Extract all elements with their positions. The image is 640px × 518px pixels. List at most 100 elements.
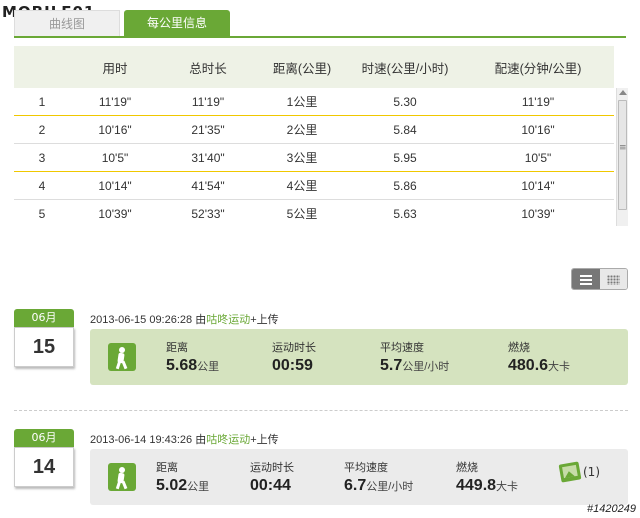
split-time: 10'14" — [98, 178, 132, 193]
stat-speed: 平均速度 5.7公里/小时 — [380, 339, 508, 375]
entry-timestamp: 2013-06-14 19:43:26 由 — [90, 434, 207, 446]
stat-label: 运动时长 — [250, 462, 294, 474]
upload-suffix: +上传 — [250, 314, 279, 326]
tab-bar: 曲线图 每公里信息 — [14, 10, 230, 36]
speed: 5.30 — [393, 94, 417, 109]
entry-timestamp: 2013-06-15 09:26:28 由 — [90, 314, 207, 326]
total-time: 21'35" — [191, 122, 225, 137]
total-time: 41'54" — [191, 178, 225, 193]
source-link[interactable]: 咕咚运动 — [206, 434, 250, 446]
table-row: 2 10'16" 21'35" 2公里 5.84 10'16" — [14, 116, 614, 144]
header-speed: 时速(公里/小时) — [361, 61, 449, 76]
distance: 5公里 — [286, 207, 318, 221]
speed: 5.63 — [393, 206, 417, 221]
tab-chart[interactable]: 曲线图 — [14, 10, 120, 36]
row-index: 5 — [38, 206, 46, 221]
scroll-up-icon[interactable] — [619, 90, 627, 95]
total-time: 52'33" — [191, 206, 225, 221]
source-link[interactable]: 咕咚运动 — [206, 314, 250, 326]
split-time: 10'5" — [101, 150, 129, 165]
watermark-id: #1420249 — [587, 503, 636, 515]
per-km-table: 用时 总时长 距离(公里) 时速(公里/小时) 配速(分钟/公里) 1 11'1… — [14, 46, 628, 226]
date-badge: 06月 15 — [14, 309, 74, 367]
stat-unit: 公里 — [187, 481, 210, 493]
pace: 11'19" — [521, 94, 555, 109]
stat-value: 5.68 — [166, 357, 198, 374]
grid-view-button[interactable] — [599, 269, 627, 289]
table-row: 3 10'5" 31'40" 3公里 5.95 10'5" — [14, 144, 614, 172]
header-split-time: 用时 — [102, 61, 128, 76]
row-index: 1 — [38, 94, 46, 109]
stat-calories: 燃烧 480.6大卡 — [508, 339, 608, 375]
stat-label: 距离 — [156, 462, 178, 474]
pace: 10'16" — [521, 122, 555, 137]
stat-unit: 大卡 — [548, 361, 571, 373]
tab-underline — [14, 36, 626, 38]
distance: 4公里 — [286, 179, 318, 193]
table-row: 1 11'19" 11'19" 1公里 5.30 11'19" — [14, 88, 614, 116]
table-row: 4 10'14" 41'54" 4公里 5.86 10'14" — [14, 172, 614, 200]
stat-unit: 公里 — [197, 361, 220, 373]
stat-distance: 距离 5.68公里 — [166, 339, 272, 375]
stat-value: 5.7 — [380, 357, 403, 374]
stat-unit: 大卡 — [496, 481, 519, 493]
header-pace: 配速(分钟/公里) — [494, 61, 582, 76]
tab-per-km[interactable]: 每公里信息 — [124, 10, 230, 36]
scrollbar-thumb[interactable] — [618, 100, 627, 210]
walking-icon — [108, 343, 136, 371]
stat-value: 6.7 — [344, 477, 367, 494]
table-scrollbar[interactable] — [616, 88, 628, 226]
split-time: 11'19" — [98, 94, 132, 109]
row-index: 2 — [38, 122, 46, 137]
stats-card[interactable]: 距离 5.68公里 运动时长 00:59 平均速度 5.7公里/小时 燃烧 48… — [90, 329, 628, 385]
speed: 5.95 — [393, 150, 417, 165]
entry-divider — [14, 410, 628, 411]
pace: 10'5" — [524, 150, 552, 165]
total-time: 31'40" — [191, 150, 225, 165]
date-day: 14 — [14, 447, 74, 487]
split-time: 10'16" — [98, 122, 132, 137]
list-view-button[interactable] — [572, 269, 600, 289]
stat-unit: 公里/小时 — [366, 481, 414, 493]
walking-icon — [108, 463, 136, 491]
header-distance: 距离(公里) — [272, 61, 332, 76]
distance: 2公里 — [286, 123, 318, 137]
speed: 5.84 — [393, 122, 417, 137]
table-row: 5 10'39" 52'33" 5公里 5.63 10'39" — [14, 200, 614, 226]
row-index: 4 — [38, 178, 46, 193]
speed: 5.86 — [393, 178, 417, 193]
grid-view-icon — [606, 275, 620, 285]
photo-count: (1) — [583, 465, 600, 479]
photo-attachment[interactable]: (1) — [558, 461, 600, 483]
stat-duration: 运动时长 00:59 — [272, 339, 380, 375]
stat-label: 平均速度 — [344, 462, 388, 474]
table-header: 用时 总时长 距离(公里) 时速(公里/小时) 配速(分钟/公里) — [14, 46, 614, 88]
stat-label: 距离 — [166, 342, 188, 354]
pace: 10'39" — [521, 206, 555, 221]
stat-label: 运动时长 — [272, 342, 316, 354]
date-month: 06月 — [14, 429, 74, 447]
stat-value: 00:44 — [250, 477, 291, 494]
stat-label: 平均速度 — [380, 342, 424, 354]
stat-calories: 燃烧 449.8大卡 — [456, 459, 556, 495]
date-month: 06月 — [14, 309, 74, 327]
stat-duration: 运动时长 00:44 — [250, 459, 344, 495]
distance: 3公里 — [286, 151, 318, 165]
date-day: 15 — [14, 327, 74, 367]
stat-unit: 公里/小时 — [402, 361, 450, 373]
list-view-icon — [579, 275, 592, 285]
stats-card[interactable]: 距离 5.02公里 运动时长 00:44 平均速度 6.7公里/小时 燃烧 44… — [90, 449, 628, 505]
entry-meta: 2013-06-14 19:43:26 由咕咚运动+上传 — [90, 431, 279, 447]
stat-speed: 平均速度 6.7公里/小时 — [344, 459, 456, 495]
split-time: 10'39" — [98, 206, 132, 221]
upload-suffix: +上传 — [250, 434, 279, 446]
stat-label: 燃烧 — [508, 342, 530, 354]
total-time: 11'19" — [191, 94, 225, 109]
stat-value: 00:59 — [272, 357, 313, 374]
view-toggle — [571, 268, 628, 290]
header-total-time: 总时长 — [189, 61, 227, 76]
stat-value: 449.8 — [456, 477, 497, 494]
stat-value: 5.02 — [156, 477, 188, 494]
entry-meta: 2013-06-15 09:26:28 由咕咚运动+上传 — [90, 311, 279, 327]
stat-label: 燃烧 — [456, 462, 478, 474]
